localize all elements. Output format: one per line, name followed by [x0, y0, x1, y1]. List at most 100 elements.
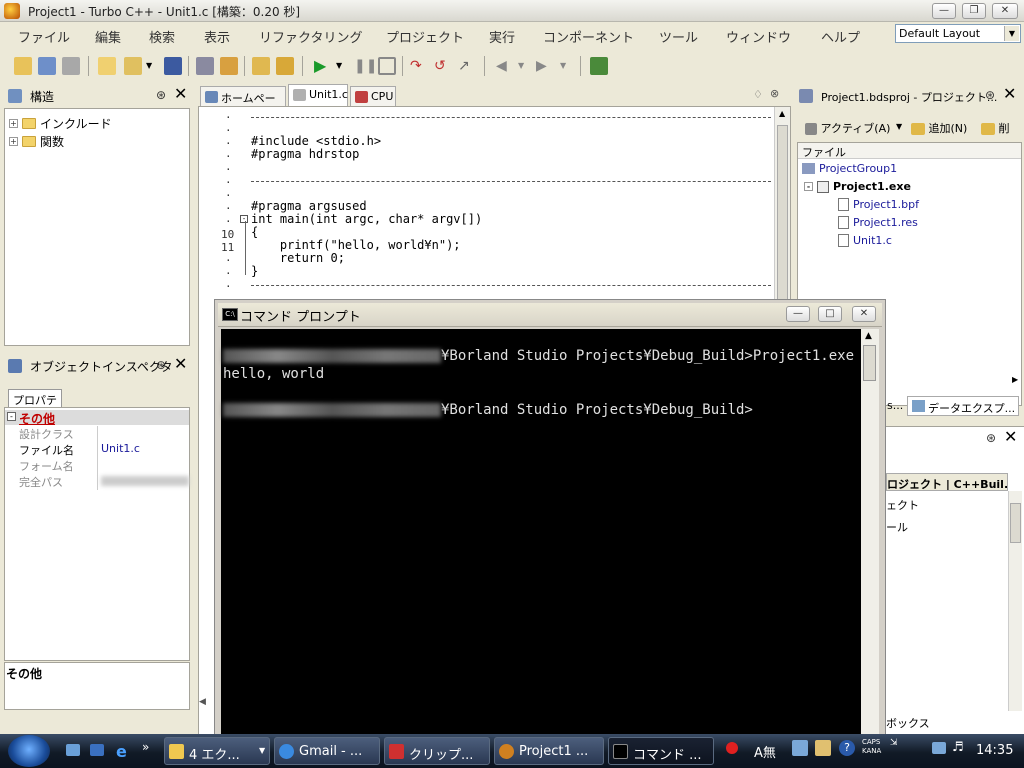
tree-item-projectgroup[interactable]: ProjectGroup1 — [802, 162, 897, 175]
start-button[interactable] — [8, 735, 50, 767]
tab-structure-short[interactable]: s... — [887, 396, 909, 416]
ime-mode-icon[interactable]: A無 — [754, 742, 776, 761]
menu-file[interactable]: ファイル — [18, 27, 70, 46]
tab-data-explorer[interactable]: データエクスプ... — [907, 396, 1019, 416]
new-file-icon[interactable] — [98, 57, 116, 75]
menu-view[interactable]: 表示 — [204, 27, 230, 46]
volume-icon[interactable]: ♬ — [952, 740, 964, 755]
save-icon[interactable] — [164, 57, 182, 75]
tab-properties[interactable]: プロパティ — [8, 389, 62, 423]
menu-refactor[interactable]: リファクタリング — [259, 27, 362, 46]
category-row[interactable]: - その他 — [5, 410, 189, 426]
collapse-icon[interactable]: - — [7, 412, 16, 421]
scroll-up-icon[interactable]: ▲ — [779, 109, 785, 118]
scroll-up-icon[interactable]: ▲ — [865, 331, 872, 341]
tab-list-icon[interactable]: ♢ — [753, 88, 763, 101]
cmd-title-bar[interactable]: C:\ コマンド プロンプト — □ ✕ — [218, 303, 882, 327]
tree-item-file[interactable]: Project1.res — [838, 216, 918, 229]
step-over-icon[interactable]: ↺ — [434, 57, 452, 75]
menu-edit[interactable]: 編集 — [95, 27, 121, 46]
pin-icon[interactable]: ⊛ — [986, 431, 996, 445]
forward-icon[interactable]: ▶ — [536, 57, 554, 75]
scroll-right-icon[interactable]: ▶ — [1012, 375, 1018, 384]
cmd-maximize-button[interactable]: □ — [818, 306, 842, 322]
close-icon[interactable]: ✕ — [1003, 84, 1016, 103]
collapse-icon[interactable]: - — [804, 182, 813, 191]
minimize-button[interactable]: — — [932, 3, 956, 19]
help-icon[interactable]: ? — [839, 740, 855, 756]
chevron-down-icon[interactable]: ▼ — [896, 122, 902, 131]
tree-item-file[interactable]: Project1.bpf — [838, 198, 919, 211]
task-clipboard[interactable]: クリップ... — [384, 737, 490, 765]
remove-from-project-icon[interactable] — [276, 57, 294, 75]
tab-unit1[interactable]: Unit1.c — [288, 84, 348, 106]
menu-component[interactable]: コンポーネント — [543, 27, 634, 46]
help-book-icon[interactable] — [590, 57, 608, 75]
menu-run[interactable]: 実行 — [489, 27, 515, 46]
chevron-down-icon[interactable]: ▼ — [146, 57, 156, 75]
task-explorer[interactable]: 4 エク... ▼ — [164, 737, 270, 765]
restore-button[interactable]: ❐ — [962, 3, 986, 19]
palette-item[interactable]: ール — [886, 519, 908, 535]
tree-item-project[interactable]: - Project1.exe — [804, 180, 911, 193]
cmd-close-button[interactable]: ✕ — [852, 306, 876, 322]
pause-icon[interactable]: ❚❚ — [354, 57, 377, 75]
scroll-thumb[interactable] — [777, 125, 788, 305]
back-icon[interactable]: ◀ — [496, 57, 514, 75]
menu-project[interactable]: プロジェクト — [386, 27, 464, 46]
trace-into-icon[interactable]: ↷ — [410, 57, 428, 75]
switch-windows-icon[interactable] — [90, 744, 104, 756]
palette-item[interactable]: ボックス — [886, 715, 930, 731]
clock[interactable]: 14:35 — [976, 743, 1013, 758]
task-gmail[interactable]: Gmail - ... — [274, 737, 380, 765]
tree-item-file[interactable]: Unit1.c — [838, 234, 892, 247]
tab-cpu[interactable]: CPU — [350, 86, 396, 106]
ime-options-icon[interactable]: ⇲ — [890, 738, 898, 748]
chevron-down-icon[interactable]: ▼ — [560, 57, 570, 75]
ime-pad-icon[interactable] — [792, 740, 808, 756]
task-turbocpp[interactable]: Project1 ... — [494, 737, 604, 765]
palette-item[interactable]: ェクト — [886, 497, 919, 513]
network-icon[interactable] — [932, 742, 946, 754]
show-desktop-icon[interactable] — [66, 744, 80, 756]
close-tab-icon[interactable]: ⊗ — [770, 87, 779, 100]
view-form-icon[interactable] — [220, 57, 238, 75]
ime-tools-icon[interactable] — [815, 740, 831, 756]
cmd-scrollbar[interactable]: ▲ — [861, 329, 879, 739]
new-items-icon[interactable] — [14, 57, 32, 75]
ime-icon[interactable] — [726, 742, 738, 754]
save-all-icon[interactable] — [62, 57, 80, 75]
tab-home[interactable]: ホームページ — [200, 86, 286, 121]
run-icon[interactable]: ▶ — [314, 57, 332, 75]
pin-icon[interactable]: ⊛ — [156, 358, 166, 372]
pin-icon[interactable]: ⊛ — [985, 88, 995, 102]
tree-item-includes[interactable]: + インクルード — [9, 115, 112, 132]
open-project-icon[interactable] — [38, 57, 56, 75]
close-icon[interactable]: ✕ — [1004, 427, 1017, 446]
chevron-down-icon[interactable]: ▼ — [518, 57, 528, 75]
add-to-project-icon[interactable] — [252, 57, 270, 75]
menu-search[interactable]: 検索 — [149, 27, 175, 46]
prop-value-filename[interactable]: Unit1.c — [101, 442, 140, 455]
expand-icon[interactable]: + — [9, 119, 18, 128]
task-command-prompt[interactable]: コマンド ... — [608, 737, 714, 765]
scroll-thumb[interactable] — [1010, 503, 1021, 543]
close-icon[interactable]: ✕ — [174, 84, 187, 103]
layout-select[interactable]: Default Layout ▼ — [895, 24, 1021, 43]
scroll-thumb[interactable] — [863, 345, 876, 381]
quick-launch-more-icon[interactable]: » — [142, 740, 149, 754]
close-icon[interactable]: ✕ — [174, 354, 187, 373]
stop-icon[interactable] — [378, 57, 396, 75]
palette-category-header[interactable]: ロジェクト | C++Buil... — [886, 473, 1008, 491]
pin-icon[interactable]: ⊛ — [156, 88, 166, 102]
chevron-down-icon[interactable]: ▼ — [336, 57, 346, 75]
menu-window[interactable]: ウィンドウ — [726, 27, 791, 46]
remove-button[interactable]: 削 — [981, 120, 1010, 136]
ie-icon[interactable]: e — [116, 742, 127, 761]
fold-icon[interactable]: - — [240, 215, 248, 223]
run-to-cursor-icon[interactable]: ↗ — [458, 57, 476, 75]
tree-item-functions[interactable]: + 関数 — [9, 133, 64, 150]
palette-scrollbar[interactable] — [1008, 491, 1022, 711]
open-file-icon[interactable] — [124, 57, 142, 75]
expand-icon[interactable]: + — [9, 137, 18, 146]
